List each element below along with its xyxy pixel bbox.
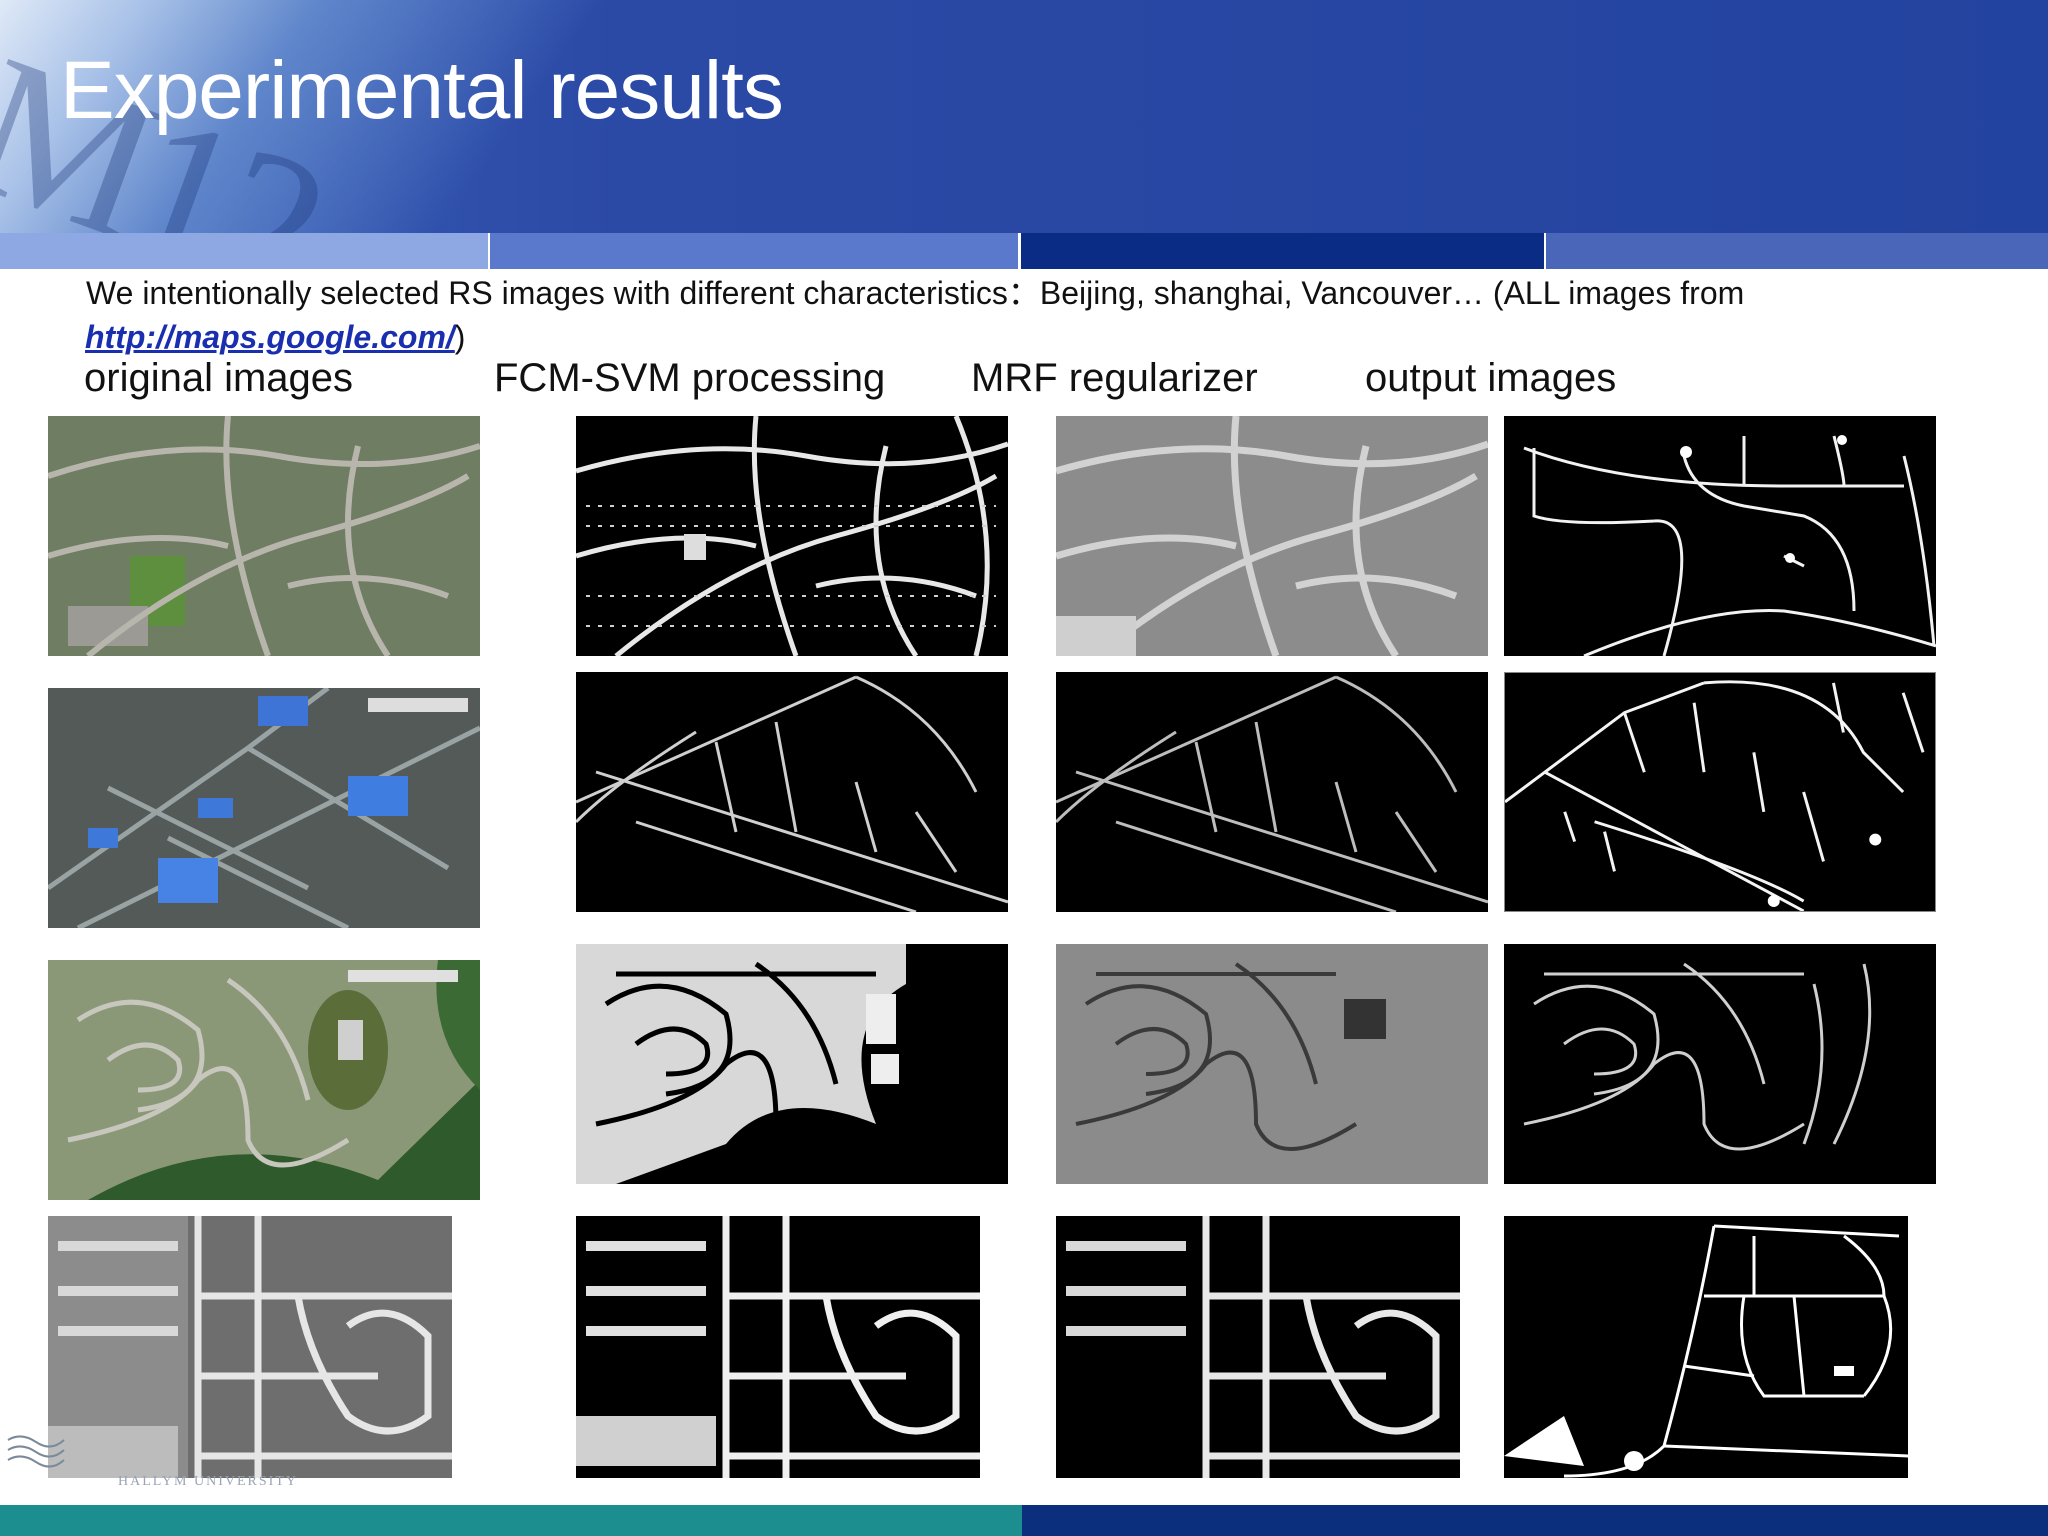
header-color-bars bbox=[0, 233, 2048, 269]
footer-bar-navy bbox=[1022, 1505, 2048, 1536]
image-original-row3 bbox=[48, 960, 480, 1200]
intro-close-paren: ) bbox=[454, 319, 466, 355]
color-bar-1 bbox=[0, 233, 488, 269]
color-bar-4 bbox=[1546, 233, 2048, 269]
image-original-row4 bbox=[48, 1216, 452, 1478]
slide-header: M12 Experimental results bbox=[0, 0, 2048, 233]
intro-sentence: We intentionally selected RS images with… bbox=[86, 275, 1745, 311]
image-output-row3 bbox=[1504, 944, 1936, 1184]
color-bar-3 bbox=[1021, 233, 1544, 269]
column-label-original: original images bbox=[84, 356, 354, 400]
image-fcm-row1 bbox=[576, 416, 1008, 656]
image-mrf-row3 bbox=[1056, 944, 1488, 1184]
image-mrf-row1 bbox=[1056, 416, 1488, 656]
intro-text: We intentionally selected RS images with… bbox=[85, 271, 1966, 359]
google-maps-link[interactable]: http://maps.google.com/ bbox=[85, 319, 455, 355]
image-output-row1 bbox=[1504, 416, 1936, 656]
university-logo-text: HALLYM UNIVERSITY bbox=[118, 1474, 298, 1489]
image-output-row2 bbox=[1504, 672, 1936, 912]
color-bar-2 bbox=[490, 233, 1018, 269]
column-label-output: output images bbox=[1365, 356, 1617, 400]
university-wave-icon bbox=[7, 1435, 65, 1468]
column-label-fcm-svm: FCM-SVM processing bbox=[494, 356, 886, 400]
column-label-mrf: MRF regularizer bbox=[971, 356, 1258, 400]
slide-title: Experimental results bbox=[60, 45, 784, 136]
footer-bar-teal bbox=[0, 1505, 1022, 1536]
image-original-row2 bbox=[48, 688, 480, 928]
image-mrf-row2 bbox=[1056, 672, 1488, 912]
image-mrf-row4 bbox=[1056, 1216, 1460, 1478]
image-fcm-row4 bbox=[576, 1216, 980, 1478]
image-output-row4 bbox=[1504, 1216, 1908, 1478]
image-original-row1 bbox=[48, 416, 480, 656]
image-fcm-row2 bbox=[576, 672, 1008, 912]
image-fcm-row3 bbox=[576, 944, 1008, 1184]
